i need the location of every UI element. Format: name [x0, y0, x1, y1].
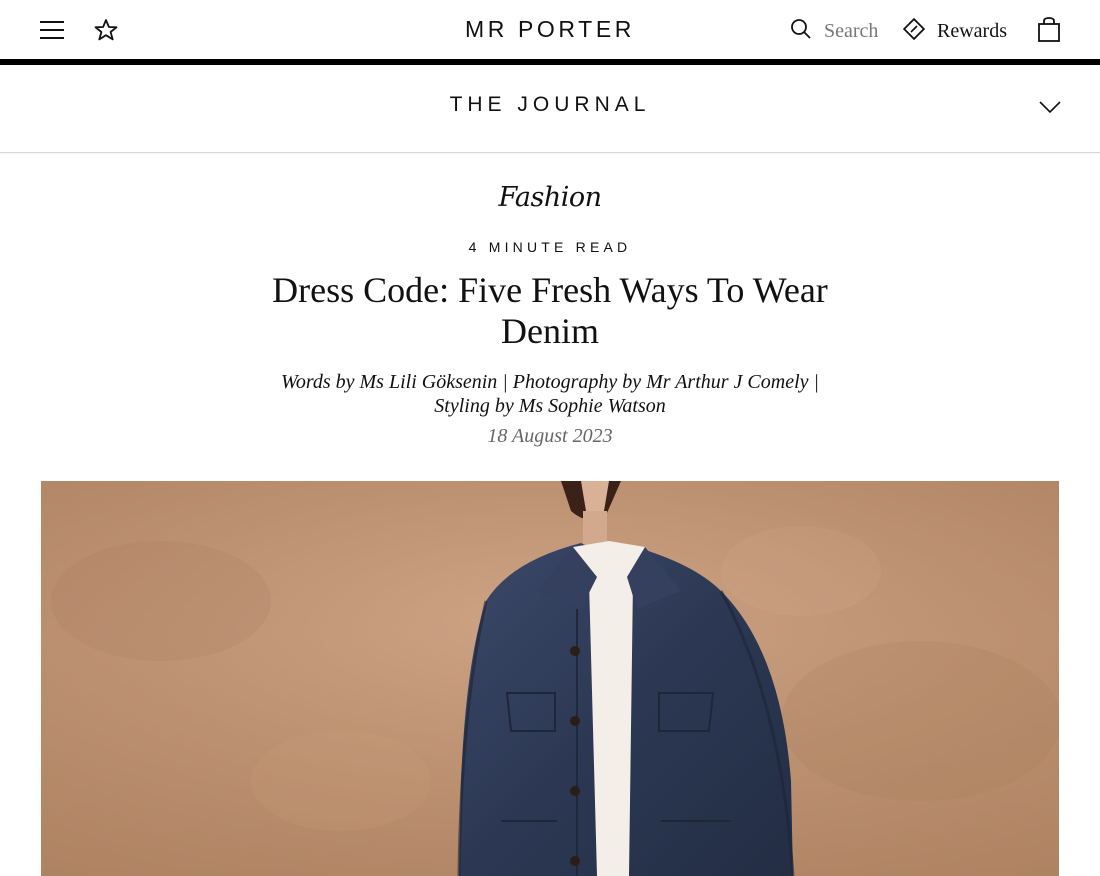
hero-illustration [41, 481, 1059, 876]
read-time: 4 MINUTE READ [468, 239, 632, 255]
bag-icon[interactable] [1037, 17, 1061, 43]
article-credits: Words by Ms Lili Göksenin | Photography … [240, 370, 860, 418]
hero-image [41, 481, 1059, 876]
site-header: MR PORTER Search Rewards [0, 0, 1100, 65]
journal-title[interactable]: THE JOURNAL [0, 93, 1100, 117]
publish-date: 18 August 2023 [487, 425, 613, 447]
title-line-1: Dress Code: Five Fresh Ways To Wear [272, 270, 828, 310]
rewards-label: Rewards [937, 19, 1007, 42]
title-line-2: Denim [501, 311, 599, 351]
credits-line-2: Styling by Ms Sophie Watson [434, 395, 666, 417]
search-button[interactable]: Search [790, 17, 878, 45]
search-label: Search [824, 19, 879, 42]
article-title: Dress Code: Five Fresh Ways To Wear Deni… [250, 270, 850, 352]
chevron-down-icon[interactable] [1038, 99, 1062, 115]
journal-nav: THE JOURNAL [0, 65, 1100, 153]
credits-line-1: Words by Ms Lili Göksenin | Photography … [281, 371, 819, 393]
rewards-icon [902, 17, 926, 45]
category-link[interactable]: Fashion [0, 182, 1100, 213]
search-icon [790, 18, 812, 45]
rewards-button[interactable]: Rewards [902, 17, 1007, 45]
